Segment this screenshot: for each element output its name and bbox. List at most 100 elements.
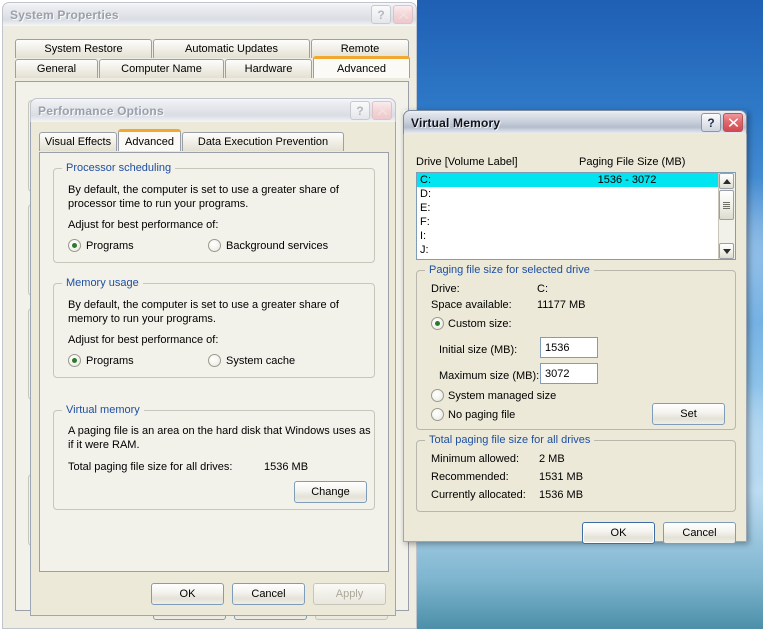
radio-system-managed-size-label: System managed size: [448, 390, 557, 402]
performance-options-cancel-button[interactable]: Cancel: [232, 583, 305, 605]
performance-options-window[interactable]: Performance Options ? Visual Effects Adv…: [30, 98, 396, 616]
listbox-scrollbar[interactable]: [718, 173, 735, 259]
virtual-memory-ok-button[interactable]: OK: [582, 522, 655, 544]
radio-no-paging-file-label: No paging file: [448, 409, 516, 421]
memory-adjust-label: Adjust for best performance of:: [68, 334, 219, 346]
radio-processor-programs[interactable]: [68, 239, 81, 252]
performance-options-apply-button: Apply: [313, 583, 386, 605]
group-legend: Paging file size for selected drive: [425, 264, 594, 276]
group-legend: Virtual memory: [62, 404, 144, 416]
tab-automatic-updates[interactable]: Automatic Updates: [153, 39, 310, 58]
chevron-up-icon: [722, 178, 731, 184]
initial-size-label: Initial size (MB):: [439, 344, 518, 356]
radio-memory-programs[interactable]: [68, 354, 81, 367]
radio-memory-system-cache[interactable]: [208, 354, 221, 367]
performance-options-titlebar[interactable]: Performance Options ?: [30, 98, 396, 122]
radio-custom-size-label: Custom size:: [448, 318, 512, 330]
group-processor-scheduling: Processor scheduling By default, the com…: [53, 162, 375, 263]
scrollbar-thumb[interactable]: [719, 190, 734, 220]
group-paging-file-size: Paging file size for selected drive Driv…: [416, 264, 736, 430]
tab-label: Automatic Updates: [185, 43, 278, 55]
space-available-value: 11177 MB: [537, 299, 586, 311]
processor-adjust-label: Adjust for best performance of:: [68, 219, 219, 231]
performance-options-window-controls[interactable]: ?: [350, 101, 392, 120]
list-item[interactable]: E:: [417, 201, 735, 215]
space-available-label: Space available:: [431, 299, 512, 311]
radio-custom-size[interactable]: [431, 317, 444, 330]
virtual-memory-titlebar[interactable]: Virtual Memory ?: [403, 110, 747, 134]
group-virtual-memory: Virtual memory A paging file is an area …: [53, 404, 375, 510]
virtual-memory-title: Virtual Memory: [411, 115, 501, 130]
radio-no-paging-file[interactable]: [431, 408, 444, 421]
button-label: Cancel: [251, 588, 286, 600]
maximum-size-input[interactable]: 3072: [540, 363, 598, 384]
maximum-size-label: Maximum size (MB):: [439, 370, 540, 382]
vm-desc-line2: if it were RAM.: [68, 439, 140, 451]
processor-desc-line2: processor time to run your programs.: [68, 198, 249, 210]
button-label: Change: [311, 486, 350, 498]
tab-general[interactable]: General: [15, 59, 98, 78]
button-label: Set: [680, 408, 697, 420]
tab-label: Data Execution Prevention: [197, 136, 329, 148]
list-item[interactable]: J:: [417, 243, 735, 257]
drive-listbox[interactable]: C: 1536 - 3072 D: E: F: I: J:: [416, 172, 736, 260]
tab-computer-name[interactable]: Computer Name: [99, 59, 224, 78]
list-item[interactable]: D:: [417, 187, 735, 201]
virtual-memory-dialog[interactable]: Virtual Memory ? Drive [Volume Label] Pa…: [403, 110, 747, 544]
performance-options-body: Visual Effects Advanced Data Execution P…: [30, 122, 396, 616]
group-legend: Total paging file size for all drives: [425, 434, 595, 446]
tab-label: System Restore: [44, 43, 123, 55]
drive-letter: E:: [420, 202, 431, 214]
group-legend: Memory usage: [62, 277, 143, 289]
virtual-memory-cancel-button[interactable]: Cancel: [663, 522, 736, 544]
initial-size-input[interactable]: 1536: [540, 337, 598, 358]
memory-desc-line2: memory to run your programs.: [68, 313, 216, 325]
close-icon[interactable]: [723, 113, 743, 132]
drive-letter: F:: [420, 216, 430, 228]
change-button[interactable]: Change: [294, 481, 367, 503]
radio-processor-background-services-label: Background services: [226, 240, 329, 252]
close-icon[interactable]: [372, 101, 392, 120]
drive-label: Drive:: [431, 283, 460, 295]
system-properties-titlebar[interactable]: System Properties ?: [2, 2, 417, 26]
help-icon[interactable]: ?: [371, 5, 391, 24]
tab-advanced[interactable]: Advanced: [313, 56, 410, 78]
tab-system-restore[interactable]: System Restore: [15, 39, 152, 58]
tab-visual-effects[interactable]: Visual Effects: [39, 132, 117, 151]
button-label: OK: [610, 527, 627, 539]
list-item[interactable]: C: 1536 - 3072: [417, 173, 735, 187]
help-icon[interactable]: ?: [350, 101, 370, 120]
radio-memory-system-cache-label: System cache: [226, 355, 296, 367]
virtual-memory-window-controls[interactable]: ?: [701, 113, 743, 132]
tab-label: Visual Effects: [44, 136, 112, 148]
minimum-allowed-label: Minimum allowed:: [431, 453, 520, 465]
virtual-memory-body: Drive [Volume Label] Paging File Size (M…: [403, 134, 747, 544]
input-value: 1536: [545, 341, 570, 354]
system-properties-tabstrip[interactable]: System Restore Automatic Updates Remote …: [3, 39, 418, 82]
memory-desc-line1: By default, the computer is set to use a…: [68, 299, 339, 311]
radio-processor-background-services[interactable]: [208, 239, 221, 252]
drive-column-header: Drive [Volume Label]: [416, 156, 518, 168]
performance-options-tab-page: Processor scheduling By default, the com…: [39, 152, 389, 572]
list-item[interactable]: F:: [417, 215, 735, 229]
drive-letter: I:: [420, 230, 427, 242]
performance-options-tabstrip[interactable]: Visual Effects Advanced Data Execution P…: [31, 129, 397, 153]
drive-letter: C:: [420, 174, 431, 186]
recommended-label: Recommended:: [431, 471, 509, 483]
scroll-down-button[interactable]: [719, 243, 734, 259]
scroll-up-button[interactable]: [719, 173, 734, 189]
vm-desc-line1: A paging file is an area on the hard dis…: [68, 425, 371, 437]
tab-hardware[interactable]: Hardware: [225, 59, 312, 78]
vm-total-label: Total paging file size for all drives:: [68, 461, 233, 473]
list-item[interactable]: I:: [417, 229, 735, 243]
set-button[interactable]: Set: [652, 403, 725, 425]
tab-data-execution-prevention[interactable]: Data Execution Prevention: [182, 132, 344, 151]
grip-icon: [723, 201, 730, 209]
performance-options-ok-button[interactable]: OK: [151, 583, 224, 605]
radio-system-managed-size[interactable]: [431, 389, 444, 402]
tab-label: Hardware: [244, 63, 293, 75]
tab-advanced-perf[interactable]: Advanced: [118, 129, 181, 151]
close-icon[interactable]: [393, 5, 413, 24]
help-icon[interactable]: ?: [701, 113, 721, 132]
system-properties-window-controls[interactable]: ?: [371, 5, 413, 24]
